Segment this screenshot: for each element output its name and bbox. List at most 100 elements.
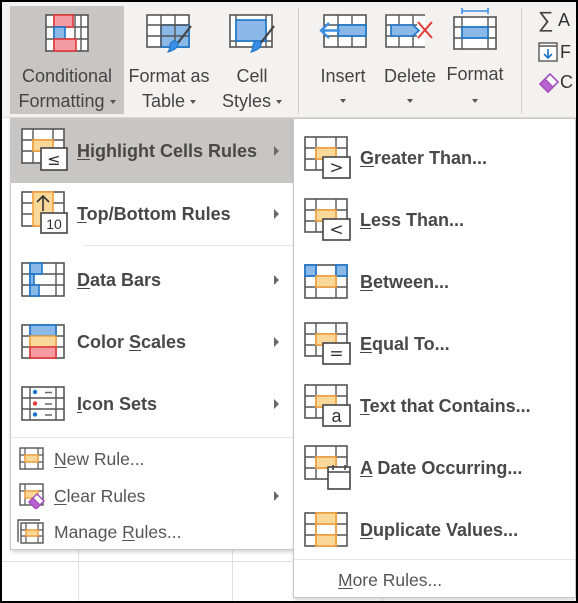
top-bottom-rules-icon: 10 (21, 191, 68, 234)
conditional-formatting-label-line1: Conditional (21, 66, 113, 86)
submenu-item-less-than[interactable]: < Less Than... (294, 189, 575, 251)
fill-label: F (560, 41, 571, 62)
submenu-item-duplicate-values[interactable]: Duplicate Values... (294, 499, 575, 561)
menu-item-top-bottom-rules[interactable]: 10 Top/Bottom Rules (11, 183, 293, 245)
dropdown-caret-icon (471, 99, 478, 103)
format-as-table-icon (146, 14, 192, 53)
menu-item-label: Color Scales (77, 331, 187, 352)
submenu-arrow-icon (274, 491, 279, 501)
conditional-formatting-menu: ≤ Highlight Cells Rules 10 Top/Bottom Ru… (10, 118, 294, 550)
menu-item-label: Top/Bottom Rules (77, 203, 231, 224)
conditional-formatting-button[interactable]: Conditional Formatting (10, 6, 124, 114)
svg-text:a: a (331, 406, 342, 426)
submenu-item-label: Greater Than... (360, 147, 488, 168)
cell-styles-button[interactable]: Cell Styles (214, 6, 290, 114)
submenu-item-more-rules[interactable]: More Rules... (294, 563, 575, 597)
fill-button[interactable]: F (538, 40, 571, 64)
delete-label: Delete (383, 66, 437, 86)
submenu-item-label: More Rules... (338, 569, 443, 590)
svg-text:10: 10 (46, 216, 62, 232)
highlight-cells-rules-icon: ≤ (21, 128, 68, 171)
insert-button[interactable]: Insert (308, 6, 378, 114)
clear-label: C (560, 71, 573, 92)
insert-cells-icon (319, 14, 367, 48)
menu-separator (11, 437, 293, 438)
dropdown-caret-icon (339, 99, 346, 103)
menu-item-icon-sets[interactable]: Icon Sets (11, 373, 293, 435)
date-occurring-icon (304, 445, 351, 490)
clear-rules-icon (19, 483, 46, 509)
submenu-item-a-date-occurring[interactable]: A Date Occurring... (294, 437, 575, 499)
ribbon-group-separator (521, 8, 522, 114)
menu-item-label: Clear Rules (54, 485, 146, 506)
highlight-cells-rules-submenu: > Greater Than... < Less Than... Between… (293, 118, 576, 598)
format-as-table-button[interactable]: Format as Table (126, 6, 212, 114)
text-contains-icon: a (304, 384, 351, 427)
greater-than-icon: > (304, 136, 351, 179)
submenu-arrow-icon (274, 275, 279, 285)
dropdown-caret-icon (190, 100, 197, 105)
cell-styles-icon (229, 14, 275, 53)
submenu-arrow-icon (274, 399, 279, 409)
autosum-icon: ∑ (538, 7, 554, 32)
menu-item-label: Manage Rules... (54, 521, 182, 542)
submenu-item-greater-than[interactable]: > Greater Than... (294, 127, 575, 189)
menu-item-clear-rules[interactable]: Clear Rules (11, 477, 293, 515)
autosum-label: A (558, 9, 571, 30)
format-button[interactable]: Format (442, 6, 508, 114)
delete-cells-icon (385, 14, 433, 48)
conditional-formatting-icon (45, 14, 89, 52)
delete-button[interactable]: Delete (378, 6, 442, 114)
menu-separator (294, 559, 575, 560)
svg-text:≤: ≤ (47, 150, 60, 169)
submenu-arrow-icon (274, 209, 279, 219)
cell-styles-label-line1: Cell (236, 66, 268, 86)
menu-item-new-rule[interactable]: New Rule... (11, 441, 293, 477)
conditional-formatting-label-line2: Formatting (18, 91, 105, 111)
menu-separator (83, 245, 293, 246)
menu-item-label: New Rule... (54, 448, 145, 469)
icon-sets-icon (21, 386, 65, 421)
menu-item-label: Highlight Cells Rules (77, 140, 258, 161)
format-as-table-label-line2: Table (141, 91, 186, 111)
dropdown-caret-icon (109, 100, 116, 105)
ribbon-group-separator (298, 8, 299, 114)
less-than-icon: < (304, 198, 351, 241)
submenu-item-label: Less Than... (360, 209, 465, 230)
svg-text:>: > (329, 158, 343, 178)
submenu-item-between[interactable]: Between... (294, 251, 575, 313)
cell-styles-label-line2: Styles (221, 91, 272, 111)
new-rule-icon (19, 447, 44, 470)
menu-item-data-bars[interactable]: Data Bars (11, 249, 293, 311)
excel-window: Conditional Formatting Format as Table C… (2, 2, 576, 601)
submenu-item-label: Between... (360, 271, 450, 292)
submenu-arrow-icon (274, 337, 279, 347)
submenu-item-label: Text that Contains... (360, 395, 531, 416)
svg-text:<: < (329, 220, 343, 240)
submenu-item-label: A Date Occurring... (360, 457, 523, 478)
data-bars-icon (21, 262, 65, 297)
color-scales-icon (21, 324, 65, 359)
menu-item-label: Icon Sets (77, 393, 158, 414)
menu-item-color-scales[interactable]: Color Scales (11, 311, 293, 373)
menu-item-manage-rules[interactable]: Manage Rules... (11, 515, 293, 549)
dropdown-caret-icon (406, 99, 413, 103)
clear-button[interactable]: C (538, 70, 573, 94)
menu-item-highlight-cells-rules[interactable]: ≤ Highlight Cells Rules (11, 119, 293, 183)
svg-text:=: = (329, 344, 343, 364)
submenu-item-label: Equal To... (360, 333, 450, 354)
autosum-button[interactable]: ∑ A (538, 7, 571, 32)
submenu-item-text-that-contains[interactable]: a Text that Contains... (294, 375, 575, 437)
between-icon (304, 264, 348, 299)
duplicate-values-icon (304, 512, 348, 547)
submenu-arrow-icon (274, 146, 279, 156)
clear-eraser-icon (538, 72, 560, 93)
dropdown-caret-icon (276, 100, 283, 105)
fill-down-icon (538, 42, 558, 62)
menu-item-label: Data Bars (77, 269, 162, 290)
equal-to-icon: = (304, 322, 351, 365)
submenu-item-equal-to[interactable]: = Equal To... (294, 313, 575, 375)
manage-rules-icon (17, 519, 44, 544)
format-as-table-label-line1: Format as (128, 66, 210, 86)
format-cells-icon (453, 8, 497, 50)
